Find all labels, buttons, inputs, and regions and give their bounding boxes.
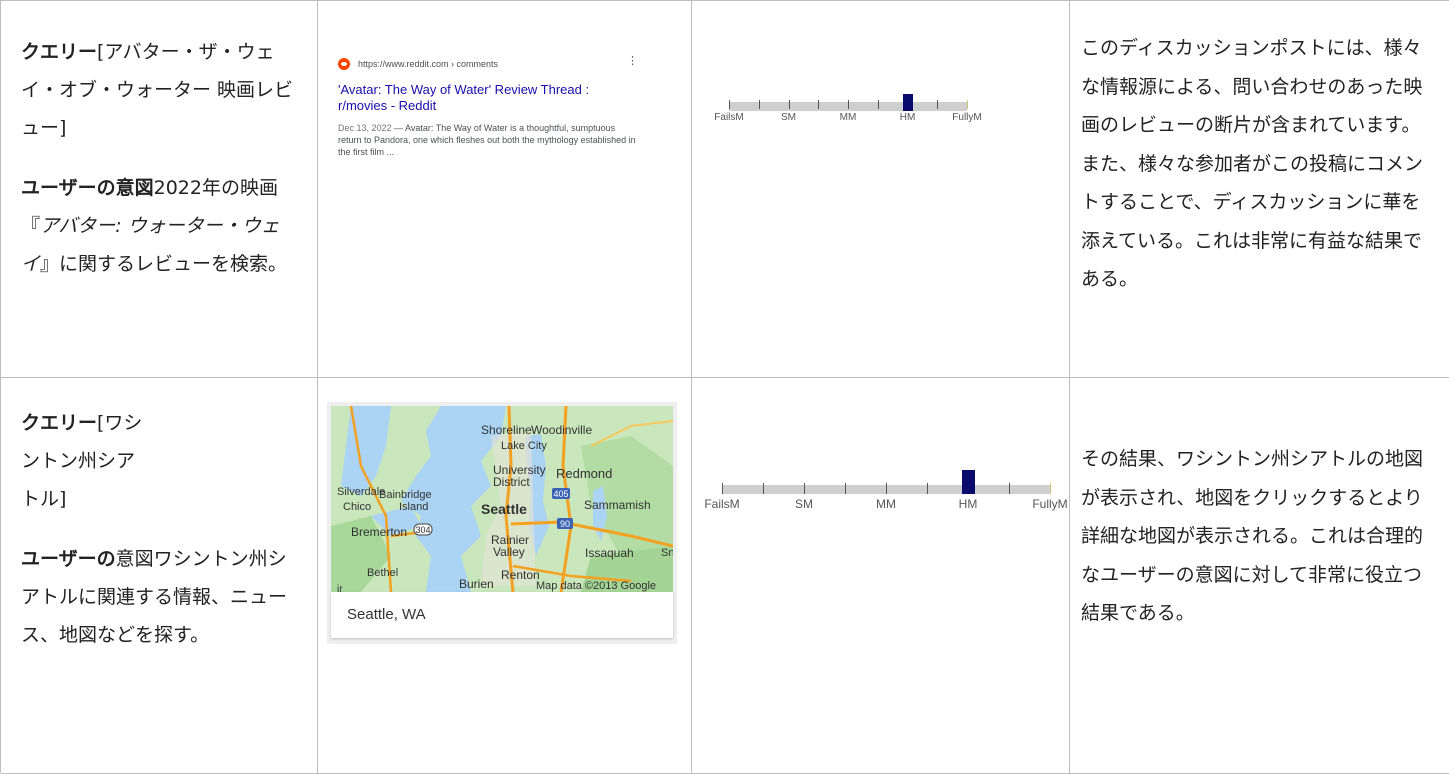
query-cell: クエリー[ワシントン州シアトル] ユーザーの意図ワシントン州シアトルに関連する情…: [1, 378, 318, 774]
query-block: クエリー[ワシントン州シアトル]: [21, 404, 151, 518]
intent-suffix: 』に関するレビューを検索。: [40, 253, 288, 275]
scale-tick: [937, 100, 939, 109]
scale-label-failsm: FailsM: [704, 497, 740, 511]
reddit-icon: [338, 58, 350, 70]
result-snippet: Dec 13, 2022 — Avatar: The Way of Water …: [338, 122, 638, 158]
intent-label: ユーザーの意図: [21, 177, 154, 199]
map-place-label: District: [493, 475, 530, 489]
description-cell: このディスカッションポストには、様々な情報源による、問い合わせのあった映画のレビ…: [1070, 1, 1449, 378]
map-place-label: Bremerton: [351, 525, 407, 539]
scale-tick: [758, 100, 760, 109]
intent-block: ユーザーの意図ワシントン州シアトルに関連する情報、ニュース、地図などを探す。: [21, 540, 305, 654]
rating-scale: FailsM SM MM HM FullyM: [704, 470, 1068, 528]
scale-tick: [818, 100, 820, 109]
map-place-label: Renton: [501, 568, 540, 582]
scale-label-hm: HM: [958, 497, 978, 511]
result-cell: https://www.reddit.com › comments ⋮ 'Ava…: [318, 1, 692, 378]
scale-label-mm: MM: [876, 497, 896, 511]
scale-tick: [804, 483, 805, 494]
map-place-label: Valley: [493, 545, 525, 559]
rating-marker[interactable]: [961, 470, 975, 494]
query-label: クエリー: [21, 41, 98, 63]
map-place-label: Bainbridge: [379, 489, 432, 501]
scale-label-sm: SM: [795, 497, 813, 511]
map-place-label: Seattle: [481, 501, 527, 517]
query-cell: クエリー[アバター・ザ・ウェイ・オブ・ウォーター 映画レビュー] ユーザーの意図…: [1, 1, 318, 378]
rating-marker[interactable]: [902, 94, 913, 111]
highway-shield-label: 304: [415, 525, 430, 535]
rating-scale: FailsM SM MM HM FullyM: [714, 94, 982, 147]
scale-tick: [1050, 483, 1051, 494]
scale-tick: [886, 483, 887, 494]
scale-tick: [788, 100, 790, 109]
scale-label-fullym: FullyM: [952, 112, 982, 123]
query-block: クエリー[アバター・ザ・ウェイ・オブ・ウォーター 映画レビュー]: [21, 33, 305, 147]
map-place-label: Bethel: [367, 567, 398, 579]
scale-tick: [763, 483, 764, 494]
scale-tick: [848, 100, 849, 109]
result-title-link[interactable]: 'Avatar: The Way of Water' Review Thread…: [338, 82, 638, 114]
description-cell: その結果、ワシントン州シアトルの地図が表示され、地図をクリックするとより詳細な地…: [1070, 378, 1449, 774]
rating-table: クエリー[アバター・ザ・ウェイ・オブ・ウォーター 映画レビュー] ユーザーの意図…: [0, 0, 1449, 774]
description-text: その結果、ワシントン州シアトルの地図が表示され、地図をクリックするとより詳細な地…: [1081, 448, 1424, 624]
map-place-label: Burien: [459, 577, 494, 591]
scale-tick: [722, 483, 723, 494]
map-place-label: ir: [337, 584, 343, 592]
scale-label-hm: HM: [899, 112, 916, 123]
description-text: このディスカッションポストには、様々な情報源による、問い合わせのあった映画のレビ…: [1081, 37, 1424, 290]
map-place-label: Redmond: [556, 466, 612, 481]
scale-label-fullym: FullyM: [1032, 497, 1068, 511]
scale-label-mm: MM: [839, 112, 857, 123]
more-options-icon[interactable]: ⋮: [627, 56, 638, 67]
intent-block: ユーザーの意図2022年の映画『アバター: ウォーター・ウェイ』に関するレビュー…: [21, 169, 305, 283]
query-label: クエリー: [21, 412, 98, 434]
scale-tick: [967, 100, 968, 109]
rating-cell: FailsM SM MM HM FullyM: [692, 1, 1070, 378]
map-place-label: Chico: [343, 501, 371, 513]
map-attribution: Map data ©2013 Google: [536, 580, 656, 592]
map-card[interactable]: Shoreline Woodinville Lake City University D…: [327, 402, 677, 644]
map-place-label: Lake City: [501, 440, 547, 452]
result-url[interactable]: https://www.reddit.com › comments: [358, 59, 498, 69]
scale-tick: [845, 483, 846, 494]
map-image[interactable]: Shoreline Woodinville Lake City University D…: [331, 406, 673, 592]
search-result: https://www.reddit.com › comments ⋮ 'Ava…: [338, 56, 638, 158]
scale-tick: [927, 483, 928, 494]
highway-shield-label: 90: [560, 519, 570, 529]
scale-label-sm: SM: [781, 112, 796, 123]
map-place-label: Island: [399, 501, 428, 513]
result-cell: Shoreline Woodinville Lake City University D…: [318, 378, 692, 774]
map-caption: Seattle, WA: [331, 592, 673, 638]
map-place-label: Issaquah: [585, 546, 634, 560]
scale-tick: [729, 100, 730, 109]
highway-shield-label: 405: [553, 489, 568, 499]
map-place-label: Shoreline: [481, 423, 532, 437]
intent-label: ユーザーの: [21, 548, 116, 570]
result-date: Dec 13, 2022: [338, 123, 392, 133]
map-place-label: Woodinville: [531, 423, 592, 437]
result-header: https://www.reddit.com › comments ⋮: [338, 56, 638, 72]
map-place-label: Sn: [661, 547, 673, 559]
scale-tick: [877, 100, 879, 109]
scale-tick: [1009, 483, 1010, 494]
scale-label-failsm: FailsM: [714, 112, 744, 123]
map-place-label: Sammamish: [584, 498, 651, 512]
rating-cell: FailsM SM MM HM FullyM: [692, 378, 1070, 774]
